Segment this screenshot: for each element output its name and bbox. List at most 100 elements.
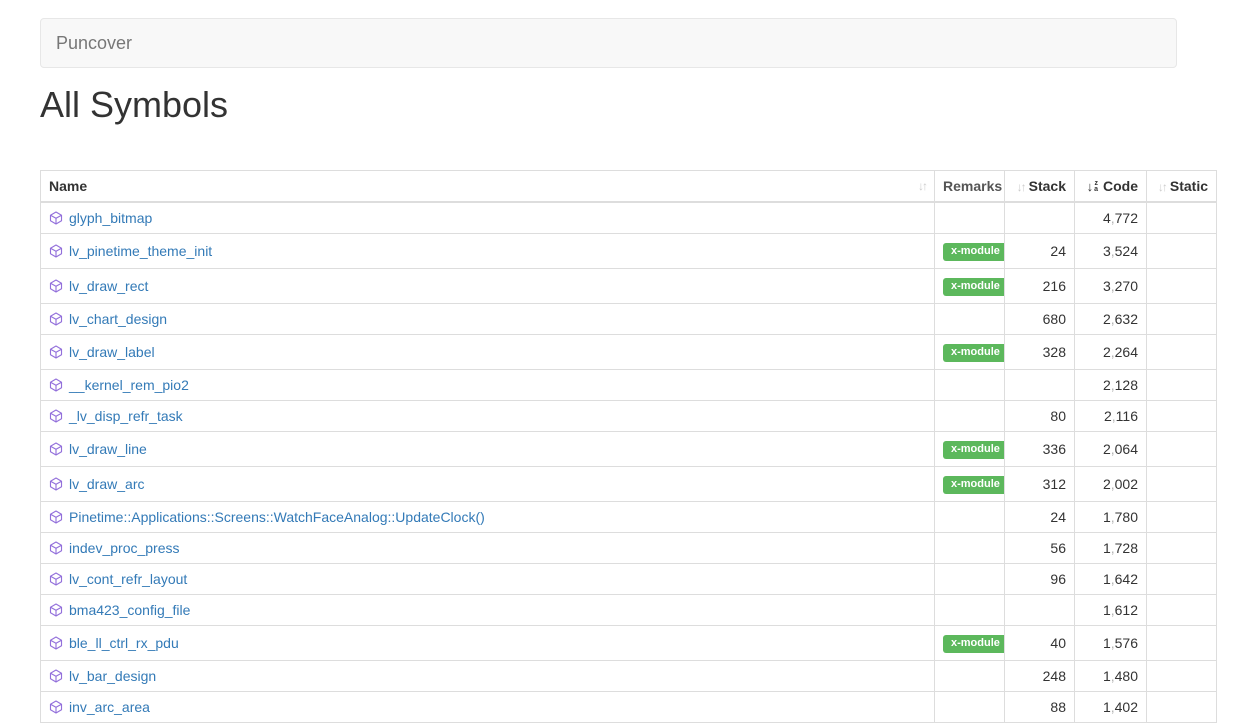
static-cell	[1147, 564, 1217, 595]
cube-icon	[49, 477, 63, 491]
remarks-cell	[935, 595, 1005, 626]
table-row: lv_cont_refr_layout 96 1,642	[41, 564, 1217, 595]
column-header-name[interactable]: Name ↓↑	[41, 171, 935, 203]
remarks-cell	[935, 692, 1005, 723]
code-cell: 3,270	[1075, 269, 1147, 304]
static-cell	[1147, 202, 1217, 234]
stack-cell	[1005, 595, 1075, 626]
symbol-link[interactable]: inv_arc_area	[69, 699, 150, 715]
symbol-link[interactable]: lv_draw_line	[69, 441, 147, 457]
symbol-link[interactable]: lv_pinetime_theme_init	[69, 243, 212, 259]
symbol-link[interactable]: Pinetime::Applications::Screens::WatchFa…	[69, 509, 485, 525]
symbol-link[interactable]: glyph_bitmap	[69, 210, 152, 226]
remarks-cell: x-module	[935, 467, 1005, 502]
remarks-cell	[935, 401, 1005, 432]
x-module-badge: x-module	[943, 344, 1005, 362]
remarks-cell	[935, 564, 1005, 595]
table-row: lv_draw_rect x-module 216 3,270	[41, 269, 1217, 304]
table-header-row: Name ↓↑ Remarks ↓↑Stack ↓zaCode ↓↑ Static	[41, 171, 1217, 203]
cube-icon	[49, 442, 63, 456]
static-cell	[1147, 467, 1217, 502]
table-row: lv_draw_label x-module 328 2,264	[41, 335, 1217, 370]
symbol-link[interactable]: ble_ll_ctrl_rx_pdu	[69, 635, 179, 651]
static-cell	[1147, 432, 1217, 467]
x-module-badge: x-module	[943, 441, 1005, 459]
symbol-link[interactable]: lv_draw_label	[69, 344, 155, 360]
symbol-link[interactable]: _lv_disp_refr_task	[69, 408, 183, 424]
symbol-name-cell: __kernel_rem_pio2	[41, 370, 935, 401]
symbol-link[interactable]: __kernel_rem_pio2	[69, 377, 189, 393]
symbol-link[interactable]: indev_proc_press	[69, 540, 180, 556]
cube-icon	[49, 700, 63, 714]
symbol-name-cell: lv_pinetime_theme_init	[41, 234, 935, 269]
code-cell: 1,576	[1075, 626, 1147, 661]
symbol-link[interactable]: bma423_config_file	[69, 602, 190, 618]
navbar-brand-link[interactable]: Puncover	[41, 19, 147, 67]
static-cell	[1147, 626, 1217, 661]
stack-cell: 40	[1005, 626, 1075, 661]
stack-cell	[1005, 202, 1075, 234]
cube-icon	[49, 244, 63, 258]
symbol-link[interactable]: lv_draw_rect	[69, 278, 148, 294]
symbol-name-cell: lv_bar_design	[41, 661, 935, 692]
column-label-remarks: Remarks	[943, 178, 1002, 194]
symbol-name-cell: lv_draw_arc	[41, 467, 935, 502]
stack-cell: 24	[1005, 234, 1075, 269]
sort-inactive-icon: ↓↑	[1158, 180, 1166, 194]
cube-icon	[49, 378, 63, 392]
remarks-cell: x-module	[935, 269, 1005, 304]
static-cell	[1147, 335, 1217, 370]
symbol-link[interactable]: lv_chart_design	[69, 311, 167, 327]
column-label-name: Name	[49, 178, 87, 194]
page-title: All Symbols	[40, 84, 228, 126]
table-row: glyph_bitmap 4,772	[41, 202, 1217, 234]
remarks-cell: x-module	[935, 432, 1005, 467]
column-label-static: Static	[1170, 178, 1208, 194]
cube-icon	[49, 312, 63, 326]
symbol-link[interactable]: lv_bar_design	[69, 668, 156, 684]
stack-cell: 56	[1005, 533, 1075, 564]
remarks-cell	[935, 661, 1005, 692]
navbar: Puncover	[40, 18, 1177, 68]
code-cell: 1,480	[1075, 661, 1147, 692]
symbol-name-cell: inv_arc_area	[41, 692, 935, 723]
code-cell: 2,264	[1075, 335, 1147, 370]
code-cell: 1,780	[1075, 502, 1147, 533]
table-row: lv_pinetime_theme_init x-module 24 3,524	[41, 234, 1217, 269]
code-cell: 1,402	[1075, 692, 1147, 723]
column-header-remarks: Remarks	[935, 171, 1005, 203]
stack-cell: 336	[1005, 432, 1075, 467]
column-header-static[interactable]: ↓↑ Static	[1147, 171, 1217, 203]
cube-icon	[49, 345, 63, 359]
code-cell: 2,632	[1075, 304, 1147, 335]
stack-cell: 24	[1005, 502, 1075, 533]
cube-icon	[49, 541, 63, 555]
table-row: lv_draw_line x-module 336 2,064	[41, 432, 1217, 467]
static-cell	[1147, 533, 1217, 564]
symbol-name-cell: lv_draw_line	[41, 432, 935, 467]
code-cell: 2,002	[1075, 467, 1147, 502]
stack-cell: 80	[1005, 401, 1075, 432]
symbol-link[interactable]: lv_cont_refr_layout	[69, 571, 187, 587]
code-cell: 2,128	[1075, 370, 1147, 401]
table-row: lv_draw_arc x-module 312 2,002	[41, 467, 1217, 502]
stack-cell: 312	[1005, 467, 1075, 502]
symbol-name-cell: lv_draw_label	[41, 335, 935, 370]
code-cell: 3,524	[1075, 234, 1147, 269]
table-row: ble_ll_ctrl_rx_pdu x-module 40 1,576	[41, 626, 1217, 661]
x-module-badge: x-module	[943, 243, 1005, 261]
remarks-cell	[935, 202, 1005, 234]
sort-inactive-icon: ↓↑	[1017, 180, 1025, 194]
code-cell: 1,612	[1075, 595, 1147, 626]
column-header-stack[interactable]: ↓↑Stack	[1005, 171, 1075, 203]
table-row: _lv_disp_refr_task 80 2,116	[41, 401, 1217, 432]
column-header-code[interactable]: ↓zaCode	[1075, 171, 1147, 203]
symbols-table: Name ↓↑ Remarks ↓↑Stack ↓zaCode ↓↑ Static	[40, 170, 1216, 723]
symbol-link[interactable]: lv_draw_arc	[69, 476, 144, 492]
stack-cell: 96	[1005, 564, 1075, 595]
symbol-name-cell: Pinetime::Applications::Screens::WatchFa…	[41, 502, 935, 533]
cube-icon	[49, 669, 63, 683]
cube-icon	[49, 636, 63, 650]
static-cell	[1147, 269, 1217, 304]
table-row: indev_proc_press 56 1,728	[41, 533, 1217, 564]
